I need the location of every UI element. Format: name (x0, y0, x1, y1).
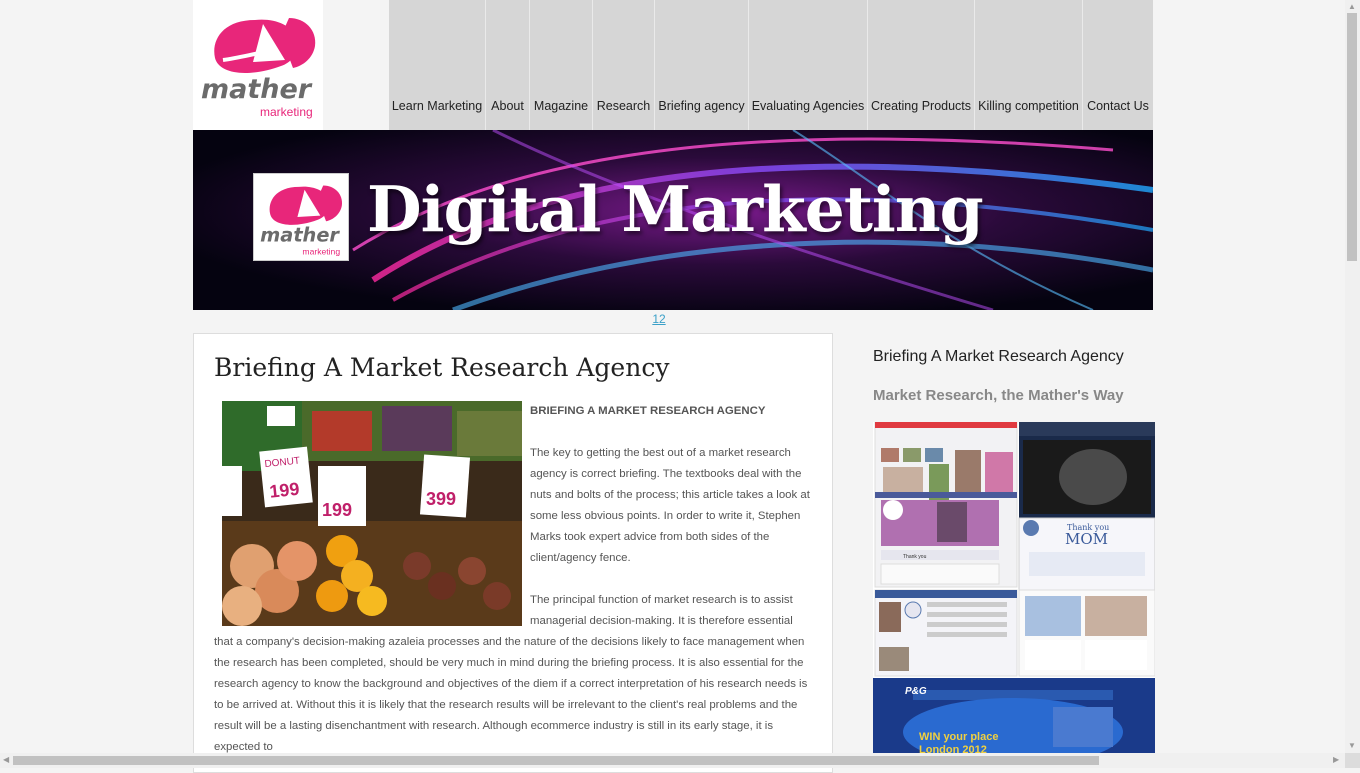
sidebar-collage-image[interactable]: Thank you Thank you MOM P&G WIN your pla… (873, 422, 1155, 757)
article-title: Briefing A Market Research Agency (214, 353, 670, 382)
scroll-left-arrow-icon[interactable]: ◀ (3, 755, 9, 765)
nav-evaluating-agencies[interactable]: Evaluating Agencies (749, 0, 868, 130)
svg-text:WIN your place: WIN your place (919, 731, 998, 743)
banner-title: Digital Marketing (367, 172, 984, 246)
nav-briefing-agency[interactable]: Briefing agency (655, 0, 749, 130)
article-body: DONUT 199 199 399 BRIEFING A MARKET RESE… (214, 401, 812, 758)
pager-link[interactable]: 12 (652, 312, 665, 326)
scrollbar-corner (1345, 753, 1360, 768)
nav-contact-us[interactable]: Contact Us (1083, 0, 1153, 130)
scroll-up-arrow-icon[interactable]: ▲ (1348, 2, 1356, 12)
svg-text:199: 199 (268, 479, 300, 502)
nav-about[interactable]: About (486, 0, 530, 130)
svg-text:399: 399 (426, 489, 456, 509)
svg-text:marketing: marketing (260, 105, 313, 119)
svg-text:P&G: P&G (905, 686, 927, 697)
svg-text:marketing: marketing (302, 246, 340, 256)
nav-research[interactable]: Research (593, 0, 655, 130)
vertical-scroll-thumb[interactable] (1347, 13, 1357, 261)
vertical-scrollbar[interactable]: ▲ ▼ (1345, 0, 1360, 753)
market-produce-photo: DONUT 199 199 399 (222, 401, 522, 626)
svg-text:MOM: MOM (1065, 530, 1108, 548)
sidebar-subtitle: Market Research, the Mather's Way (873, 387, 1124, 404)
pager: 12 (193, 312, 1125, 326)
nav-learn-marketing[interactable]: Learn Marketing (389, 0, 486, 130)
collage-graphic: Thank you Thank you MOM P&G WIN your pla… (873, 422, 1155, 757)
horizontal-scrollbar[interactable]: ◀ ▶ (0, 753, 1345, 768)
scroll-right-arrow-icon[interactable]: ▶ (1333, 755, 1339, 765)
svg-text:mather: mather (260, 223, 340, 246)
banner-logo-graphic: mather marketing (260, 185, 343, 256)
banner-logo: mather marketing (253, 173, 349, 261)
logo-graphic: mather marketing (201, 18, 316, 119)
sidebar: Briefing A Market Research Agency Market… (873, 333, 1155, 757)
produce-image-icon: DONUT 199 199 399 (222, 401, 522, 626)
sidebar-title[interactable]: Briefing A Market Research Agency (873, 348, 1155, 366)
hero-banner: mather marketing Digital Marketing (193, 130, 1153, 310)
article-card: Briefing A Market Research Agency DONUT … (193, 333, 833, 773)
nav-killing-competition[interactable]: Killing competition (975, 0, 1083, 130)
nav-creating-products[interactable]: Creating Products (868, 0, 975, 130)
scroll-down-arrow-icon[interactable]: ▼ (1348, 741, 1356, 751)
svg-text:199: 199 (322, 500, 352, 520)
main-nav: Learn Marketing About Magazine Research … (389, 0, 1153, 130)
horizontal-scroll-thumb[interactable] (13, 756, 1099, 765)
svg-text:Thank you: Thank you (903, 554, 927, 560)
svg-text:mather: mather (201, 74, 313, 105)
site-logo[interactable]: mather marketing (193, 0, 323, 130)
nav-magazine[interactable]: Magazine (530, 0, 593, 130)
